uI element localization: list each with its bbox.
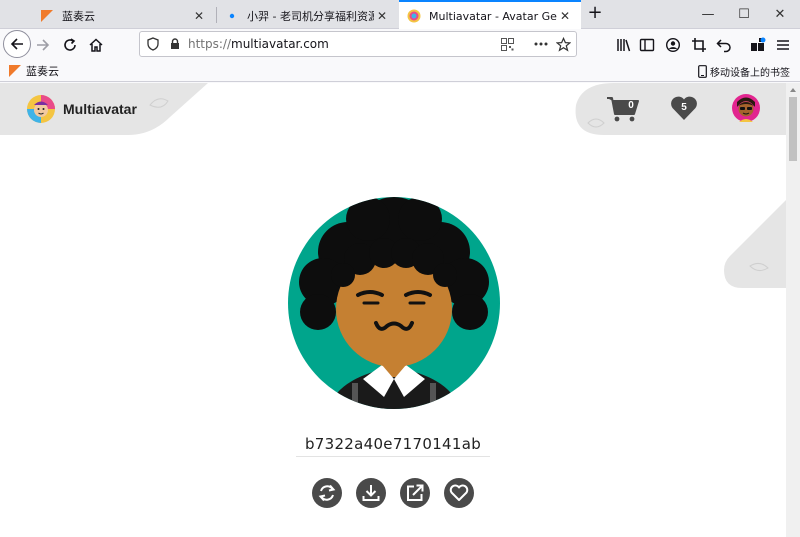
url-text[interactable]: https://multiavatar.com	[188, 37, 496, 51]
lock-icon[interactable]	[166, 35, 184, 53]
extensions-icon	[751, 37, 766, 51]
new-tab-button[interactable]: +	[584, 3, 606, 25]
multiavatar-icon	[407, 9, 421, 23]
share-icon	[407, 484, 424, 501]
cart-button[interactable]: 0	[606, 95, 640, 123]
side-decoration	[724, 200, 786, 288]
close-tab-icon[interactable]: ✕	[374, 8, 390, 24]
url-bar[interactable]: https://multiavatar.com	[139, 31, 577, 57]
mobile-bookmarks[interactable]: 移动设备上的书签	[698, 63, 790, 79]
multiavatar-logo-icon	[27, 95, 55, 123]
mobile-device-icon	[698, 64, 707, 78]
maximize-button[interactable]: ☐	[726, 0, 762, 29]
page-content: Multiavatar 0 5 b7322a40e7170141ab	[0, 83, 786, 537]
close-tab-icon[interactable]: ✕	[557, 8, 573, 24]
bookmark-label: 蓝奏云	[26, 65, 59, 78]
hamburger-menu-icon	[777, 40, 789, 50]
brand-name: Multiavatar	[63, 101, 137, 117]
tab-multiavatar[interactable]: Multiavatar - Avatar Generator ✕	[399, 0, 581, 30]
qr-code-icon[interactable]	[496, 33, 518, 55]
avatar	[732, 94, 760, 122]
minimize-button[interactable]: —	[690, 0, 726, 29]
generated-avatar	[288, 197, 500, 409]
screenshot-button[interactable]	[686, 32, 712, 58]
tab-xiaoyi[interactable]: 小羿 - 老司机分享福利资源，福 ✕	[217, 2, 398, 29]
close-window-button[interactable]: ✕	[762, 0, 798, 29]
shield-icon[interactable]	[144, 35, 162, 53]
bookmark-star-icon[interactable]	[552, 33, 574, 55]
menu-button[interactable]	[770, 32, 796, 58]
home-icon	[89, 38, 103, 52]
forward-button[interactable]	[30, 32, 56, 58]
account-button[interactable]	[660, 32, 686, 58]
tab-label: 小羿 - 老司机分享福利资源，福	[247, 9, 374, 23]
more-actions-icon[interactable]	[530, 33, 552, 55]
favorite-avatar-button[interactable]	[444, 478, 474, 508]
lanzou-icon	[9, 65, 21, 77]
tab-strip: 蓝奏云 ✕ 小羿 - 老司机分享福利资源，福 ✕ Multiavatar - A…	[0, 0, 800, 30]
back-arrow-icon	[10, 38, 23, 50]
tab-lanzou[interactable]: 蓝奏云 ✕	[32, 2, 215, 29]
tab-label: 蓝奏云	[62, 9, 95, 23]
back-button[interactable]	[3, 30, 31, 58]
reload-button[interactable]	[57, 32, 83, 58]
account-icon	[665, 37, 681, 53]
sidebar-button[interactable]	[634, 32, 660, 58]
hash-underline	[296, 456, 490, 457]
share-avatar-button[interactable]	[400, 478, 430, 508]
bookmark-lanzou[interactable]: 蓝奏云	[8, 63, 59, 79]
cart-count: 0	[628, 100, 634, 111]
page-scrollbar[interactable]	[786, 83, 800, 537]
bookmarks-toolbar: 蓝奏云 移动设备上的书签	[0, 60, 800, 82]
url-divider	[518, 33, 530, 55]
tab-label: Multiavatar - Avatar Generator	[429, 9, 557, 23]
dot-icon	[225, 9, 239, 23]
avatar-hash[interactable]: b7322a40e7170141ab	[296, 435, 490, 453]
sidebar-icon	[639, 38, 655, 52]
brand-logo-link[interactable]: Multiavatar	[26, 94, 137, 124]
favorites-button[interactable]: 5	[670, 95, 698, 121]
scroll-up-arrow-icon[interactable]	[789, 86, 797, 94]
crop-icon	[692, 38, 706, 52]
close-tab-icon[interactable]: ✕	[191, 8, 207, 24]
lanzou-icon	[40, 9, 54, 23]
refresh-icon	[318, 484, 336, 502]
home-button[interactable]	[83, 32, 109, 58]
download-icon	[362, 485, 380, 501]
forward-arrow-icon	[37, 39, 50, 51]
scrollbar-thumb[interactable]	[789, 97, 797, 161]
refresh-avatar-button[interactable]	[312, 478, 342, 508]
download-avatar-button[interactable]	[356, 478, 386, 508]
heart-outline-icon	[449, 484, 469, 501]
navigation-toolbar: https://multiavatar.com	[0, 29, 800, 60]
extensions-button[interactable]	[745, 32, 771, 58]
user-avatar-button[interactable]	[731, 93, 761, 123]
library-icon	[617, 39, 631, 52]
undo-button[interactable]	[711, 32, 737, 58]
reload-icon	[64, 38, 76, 51]
undo-icon	[716, 39, 731, 53]
favorites-count: 5	[681, 102, 687, 113]
mobile-bookmarks-label: 移动设备上的书签	[710, 67, 790, 79]
